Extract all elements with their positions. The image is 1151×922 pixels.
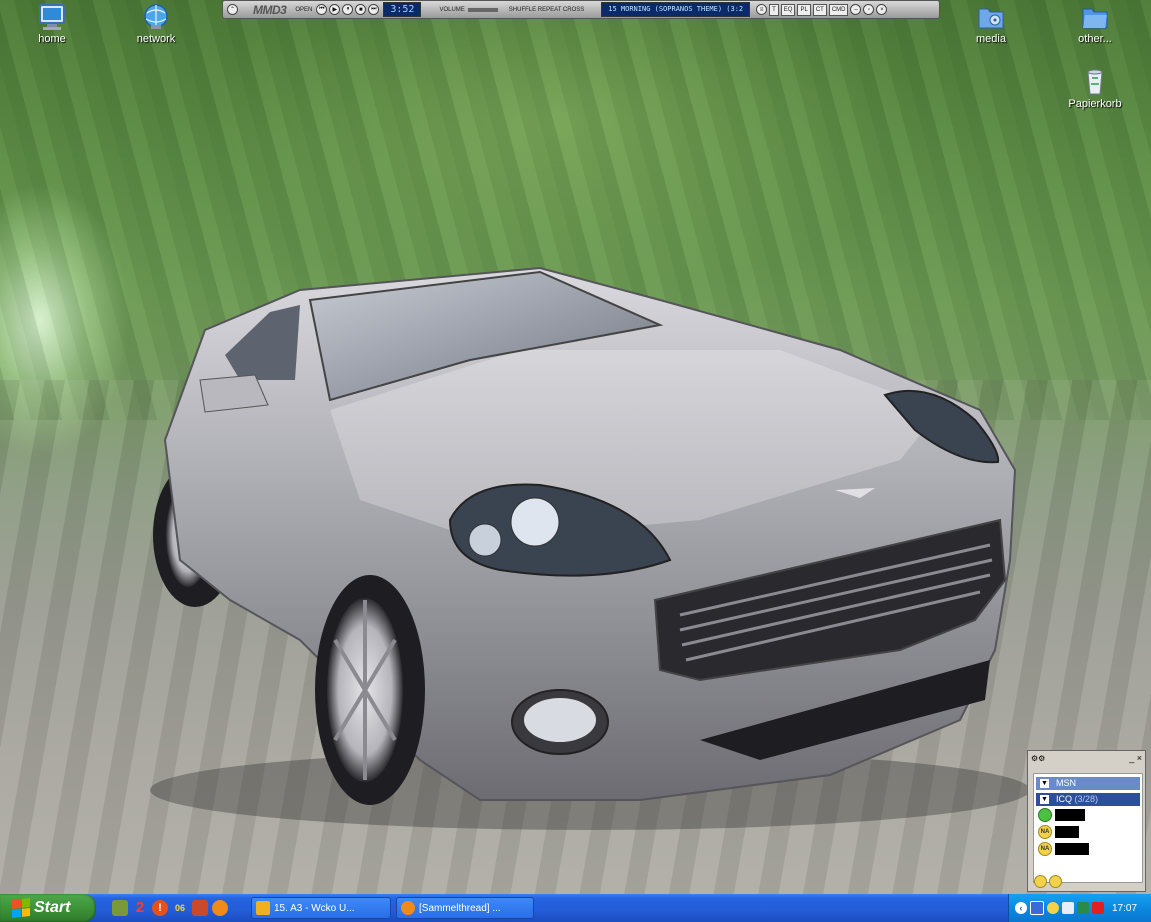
expand-icon: ▼ <box>1040 795 1049 804</box>
status-na-icon: NA <box>1038 824 1052 839</box>
desktop-icon-home[interactable]: home <box>14 3 90 45</box>
collapse-icon[interactable]: ⌃ <box>227 4 238 15</box>
playback-options[interactable]: SHUFFLE REPEAT CROSS <box>509 7 584 13</box>
contact-item[interactable]: NA <box>1034 823 1142 840</box>
toggle-t-button[interactable]: T <box>769 3 779 16</box>
quick-launch: 2 ! 06 <box>112 899 232 917</box>
contact-name-redacted <box>1055 825 1079 838</box>
clock[interactable]: 17:07 <box>1112 903 1137 914</box>
contact-name-redacted <box>1055 842 1089 855</box>
toggle-pl-button[interactable]: PL <box>797 3 811 16</box>
buddy-list-window: ⚙⚙ _ × ▼ MSN ▼ ICQ (3/28) NA NA <box>1027 750 1146 892</box>
taskbar: Start 2 ! 06 15. A3 - Wcko U... [Sammelt… <box>0 894 1151 922</box>
messenger-tray-icon[interactable] <box>1047 902 1059 914</box>
desktop-icon-media[interactable]: media <box>953 3 1029 45</box>
track-title-display: 15 MORNING (SOPRANOS THEME) (3:2 <box>601 2 751 17</box>
restore-icon[interactable]: ▫ <box>863 4 875 15</box>
antivirus-tray-icon[interactable] <box>1092 902 1104 914</box>
winamp-icon <box>256 901 270 915</box>
network-tray-icon[interactable] <box>1030 901 1044 915</box>
system-tray: ‹ 17:07 <box>1008 894 1151 922</box>
volume-label: VOLUME <box>439 6 465 13</box>
desktop-icon-recycle-bin[interactable]: Papierkorb <box>1057 68 1133 110</box>
desktop-icon-other[interactable]: other... <box>1057 3 1133 45</box>
toggle-eq-button[interactable]: EQ <box>780 3 796 16</box>
network-globe-icon <box>141 3 171 31</box>
my-status-icon[interactable] <box>1034 875 1047 888</box>
pause-button[interactable]: ⏸ <box>342 4 354 15</box>
player-logo: MMD3 <box>253 2 287 17</box>
my-status-icon[interactable] <box>1049 875 1062 888</box>
folder-icon <box>1080 3 1110 31</box>
menu-icon[interactable]: ≡ <box>756 4 768 15</box>
buddy-menu-icons[interactable]: ⚙⚙ <box>1031 754 1045 763</box>
windows-logo-icon <box>12 898 30 918</box>
desktop-icon-network[interactable]: network <box>118 3 194 45</box>
alert-icon[interactable]: ! <box>152 900 168 916</box>
contact-item[interactable] <box>1034 806 1142 823</box>
play-button[interactable]: ▶ <box>329 4 341 15</box>
toggle-cmd-button[interactable]: CMD <box>828 3 849 16</box>
start-button[interactable]: Start <box>0 894 96 922</box>
group-icq[interactable]: ▼ ICQ (3/28) <box>1036 793 1140 806</box>
number-2-icon[interactable]: 2 <box>132 900 148 916</box>
tool-icon[interactable] <box>192 900 208 916</box>
buddy-status-bar[interactable] <box>1034 875 1062 888</box>
buddy-window-controls[interactable]: _ × <box>1129 753 1142 763</box>
expand-icon: ▼ <box>1040 779 1049 788</box>
contact-name-redacted <box>1055 808 1085 821</box>
firefox-icon <box>401 901 415 915</box>
contact-item[interactable]: NA <box>1034 840 1142 857</box>
desktop-wallpaper <box>0 0 1151 894</box>
display-tray-icon[interactable] <box>1062 902 1074 914</box>
time-display: 3:52 <box>383 2 422 17</box>
volume-slider[interactable] <box>467 7 498 12</box>
group-msn[interactable]: ▼ MSN <box>1036 777 1140 790</box>
status-online-icon <box>1038 807 1052 822</box>
firefox-icon[interactable] <box>212 900 228 916</box>
previous-button[interactable]: ⏮ <box>316 4 328 15</box>
close-icon[interactable]: × <box>876 4 888 15</box>
minimize-icon[interactable]: – <box>850 4 862 15</box>
recycle-bin-icon <box>1080 68 1110 96</box>
task-button-firefox[interactable]: [Sammelthread] ... <box>396 897 534 919</box>
status-na-icon: NA <box>1038 841 1052 856</box>
monitor-home-icon <box>37 3 67 31</box>
buddy-list-panel: ▼ MSN ▼ ICQ (3/28) NA NA <box>1033 773 1143 883</box>
volume-tray-icon[interactable] <box>1077 902 1089 914</box>
media-player-bar: ⌃ MMD3 OPEN ⏮ ▶ ⏸ ■ ⏭ 3:52 VOLUME SHUFFL… <box>222 0 940 19</box>
media-folder-icon <box>976 3 1006 31</box>
shortcut-icon[interactable] <box>112 900 128 916</box>
car-wallpaper-image <box>150 266 1030 830</box>
next-button[interactable]: ⏭ <box>368 4 380 15</box>
task-button-winamp[interactable]: 15. A3 - Wcko U... <box>251 897 391 919</box>
app-06-icon[interactable]: 06 <box>172 900 188 916</box>
toggle-ct-button[interactable]: CT <box>812 3 827 16</box>
chevron-left-icon[interactable]: ‹ <box>1015 902 1027 914</box>
open-label[interactable]: OPEN <box>295 7 312 13</box>
buddy-list-titlebar: ⚙⚙ _ × <box>1028 751 1145 765</box>
stop-button[interactable]: ■ <box>355 4 367 15</box>
